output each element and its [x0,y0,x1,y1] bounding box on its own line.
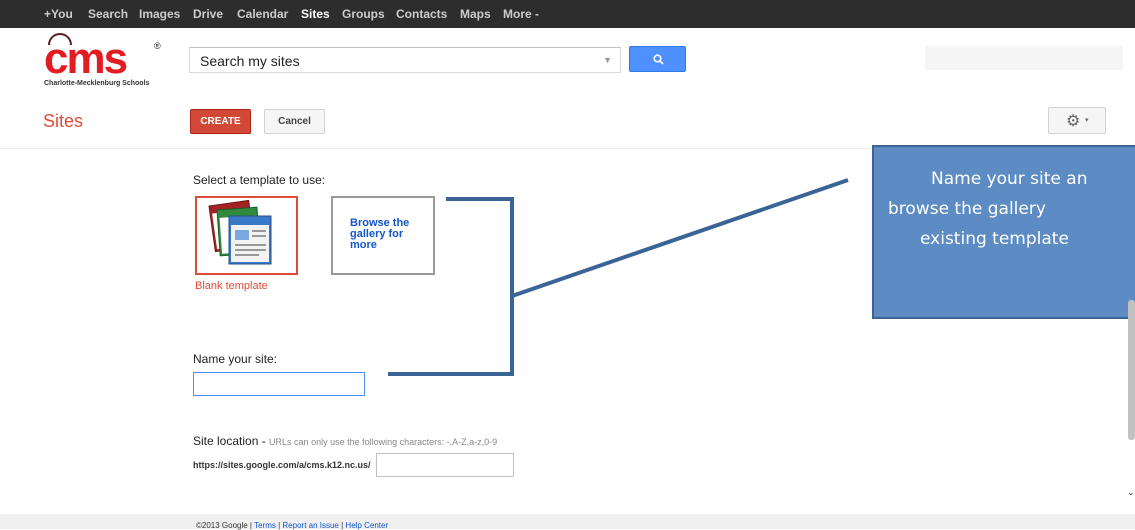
callout-line-3: existing template [920,229,1069,249]
callout-line-2: browse the gallery [888,199,1046,219]
scrollbar-thumb[interactable] [1128,300,1135,440]
footer-bar [0,514,1135,529]
pointer-line [511,178,849,298]
instruction-callout: Name your site an browse the gallery exi… [872,145,1135,319]
callout-line-1: Name your site an [931,169,1088,189]
bracket-line [388,197,514,376]
scroll-down-icon[interactable]: ⌄ [1127,487,1135,498]
